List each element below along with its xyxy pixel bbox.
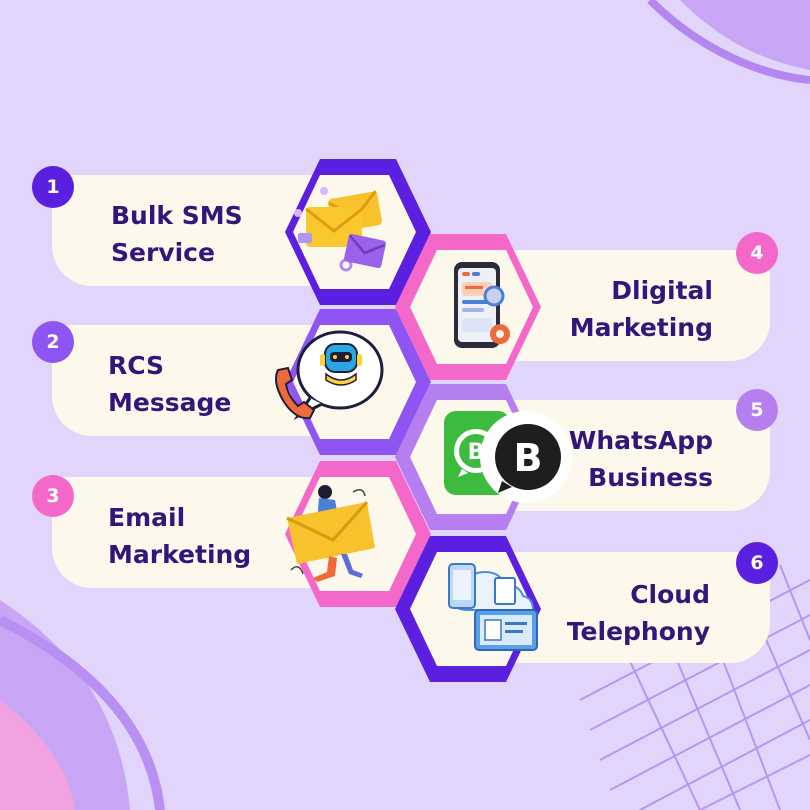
item-label-1-line2: Service bbox=[111, 238, 215, 267]
item-label-4-line2: Marketing bbox=[569, 313, 713, 342]
chatbot-phone-icon bbox=[275, 330, 384, 420]
item-label-5: WhatsApp Business bbox=[569, 422, 713, 496]
number-badge-3: 3 bbox=[32, 475, 74, 517]
number-badge-1: 1 bbox=[32, 166, 74, 208]
item-label-4: Dligital Marketing bbox=[570, 272, 713, 346]
smartphone-analytics-icon bbox=[454, 262, 510, 348]
item-label-4-line1: Dligital bbox=[611, 276, 713, 305]
item-label-6: Cloud Telephony bbox=[567, 576, 710, 650]
number-badge-2: 2 bbox=[32, 321, 74, 363]
cloud-devices-icon bbox=[448, 563, 538, 651]
item-label-3: Email Marketing bbox=[108, 499, 251, 573]
svg-text:B: B bbox=[514, 436, 543, 480]
envelopes-icon bbox=[294, 187, 386, 272]
item-label-1-line1: Bulk SMS bbox=[111, 201, 243, 230]
item-label-5-line1: WhatsApp bbox=[568, 426, 713, 455]
item-label-2-line1: RCS bbox=[108, 351, 165, 380]
item-label-6-line2: Telephony bbox=[566, 617, 710, 646]
item-label-2: RCS Message bbox=[108, 347, 231, 421]
number-badge-4: 4 bbox=[736, 232, 778, 274]
item-label-1: Bulk SMS Service bbox=[111, 197, 243, 271]
whatsapp-business-icon: B B bbox=[444, 411, 572, 503]
item-label-5-line2: Business bbox=[588, 463, 713, 492]
email-marketing-icon bbox=[286, 485, 375, 582]
item-label-6-line1: Cloud bbox=[630, 580, 710, 609]
number-badge-6: 6 bbox=[736, 542, 778, 584]
item-label-2-line2: Message bbox=[108, 388, 232, 417]
item-label-3-line1: Email bbox=[108, 503, 186, 532]
number-badge-5: 5 bbox=[736, 389, 778, 431]
item-label-3-line2: Marketing bbox=[108, 540, 252, 569]
infographic: B B Bulk SMS Service RCS Message Email M… bbox=[0, 0, 810, 810]
